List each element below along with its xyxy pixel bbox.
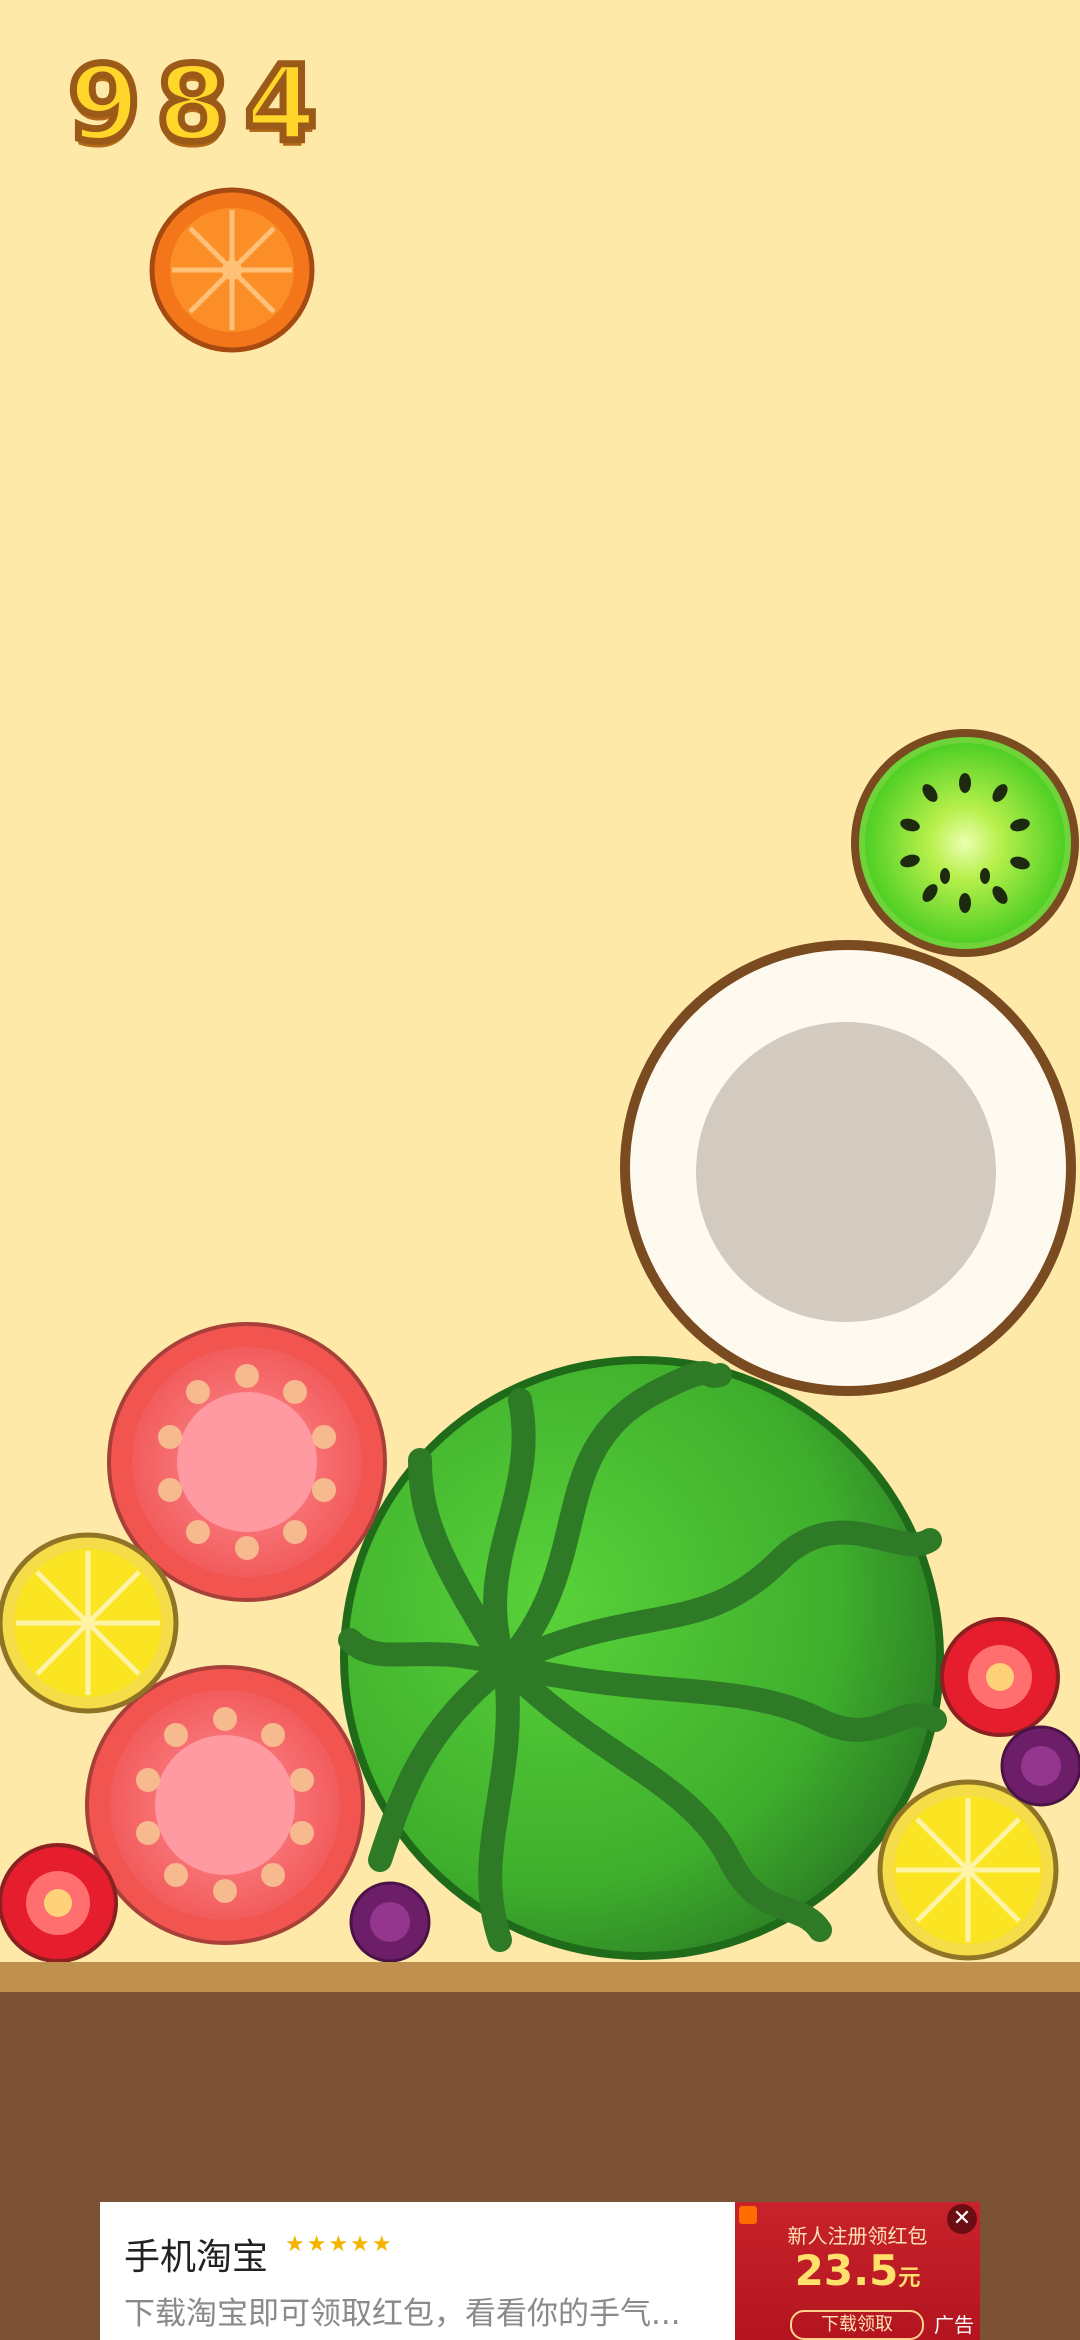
fruit-lemon [0,1532,179,1714]
fruit-coconut [620,940,1076,1396]
ad-title: 手机淘宝 [124,2237,269,2278]
fruit-grape [1000,1725,1080,1807]
ad-promo-text: 新人注册领红包 [787,2224,928,2248]
next-fruit-orange [149,187,315,353]
ad-promo-panel[interactable]: 新人注册领红包 23.5元 下载领取 ✕ 广告 [735,2202,980,2340]
ad-amount-unit: 元 [898,2266,921,2291]
fruit-lemon [877,1779,1059,1961]
fruit-grape [349,1881,431,1963]
fruit-kiwi [851,729,1079,957]
ad-amount-value: 23.5 [794,2246,899,2295]
fruit-cherry [940,1617,1060,1737]
close-icon[interactable]: ✕ [947,2204,977,2234]
ad-description: 下载淘宝即可领取红包，看看你的手气... [124,2296,681,2332]
ground-edge [0,1962,1080,1992]
fruit-watermelon [338,1356,947,1960]
ad-amount: 23.5元 [735,2246,980,2295]
ad-label: 广告 [934,2313,974,2337]
fruit-cherry [0,1843,118,1963]
ad-banner[interactable]: 手机淘宝 ★★★★★ 下载淘宝即可领取红包，看看你的手气... 新人注册领红包 … [100,2202,980,2340]
ad-content[interactable]: 手机淘宝 ★★★★★ 下载淘宝即可领取红包，看看你的手气... [100,2202,735,2340]
ad-download-button[interactable]: 下载领取 [790,2310,924,2340]
fruit-tomato [85,1665,365,1945]
ad-rating-stars: ★★★★★ [285,2232,394,2257]
